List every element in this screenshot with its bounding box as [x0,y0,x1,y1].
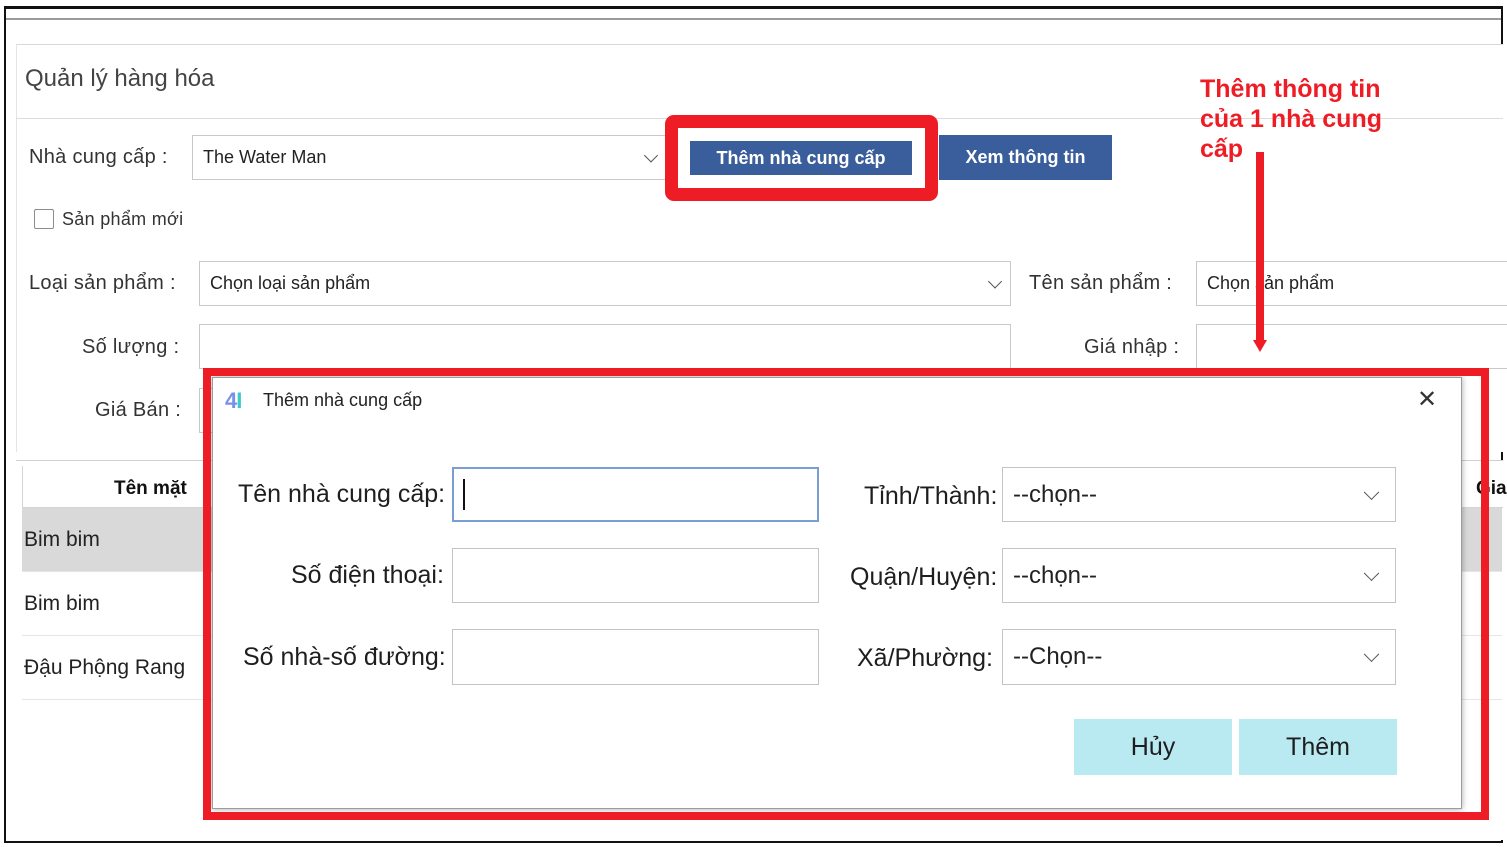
annotation-line-2: của 1 nhà cung [1200,105,1382,133]
chevron-down-icon [987,273,1003,289]
annotation-line-3: cấp [1200,135,1244,163]
product-name-dropdown[interactable]: Chọn sản phẩm [1196,261,1507,306]
cell-name: Bim bim [24,591,100,615]
sale-price-label: Giá Bán : [95,399,182,421]
product-name-label: Tên sản phẩm : [1029,272,1173,294]
product-name-dropdown-value: Chọn sản phẩm [1207,273,1335,293]
page-title: Quản lý hàng hóa [25,65,215,92]
column-header-name[interactable]: Tên mặt [114,478,187,500]
cell-name: Bim bim [24,527,100,551]
new-product-label: Sản phẩm mới [62,209,184,229]
annotation-line-1: Thêm thông tin [1200,75,1381,103]
cell-name: Đậu Phộng Rang [24,655,186,679]
chevron-down-icon [643,147,659,163]
category-dropdown-value: Chọn loại sản phẩm [210,273,371,293]
category-label: Loại sản phẩm : [29,272,176,294]
window-top-border [6,18,1501,20]
quantity-label: Số lượng : [82,336,180,358]
annotation-text: Thêm thông tin của 1 nhà cung cấp [1200,74,1382,164]
category-dropdown[interactable]: Chọn loại sản phẩm [199,261,1011,306]
new-product-checkbox[interactable] [34,209,54,229]
import-price-label: Giá nhập : [1084,336,1180,358]
supplier-dropdown-value: The Water Man [203,147,327,167]
import-price-input[interactable] [1196,324,1507,369]
view-info-button[interactable]: Xem thông tin [939,135,1112,180]
supplier-label: Nhà cung cấp : [29,146,168,168]
quantity-input[interactable] [199,324,1011,369]
highlight-box-dialog [203,368,1489,820]
annotation-arrowhead [1253,340,1267,352]
annotation-arrow [1256,152,1264,342]
supplier-dropdown[interactable]: The Water Man [192,135,667,180]
highlight-box-add-supplier [665,115,938,201]
